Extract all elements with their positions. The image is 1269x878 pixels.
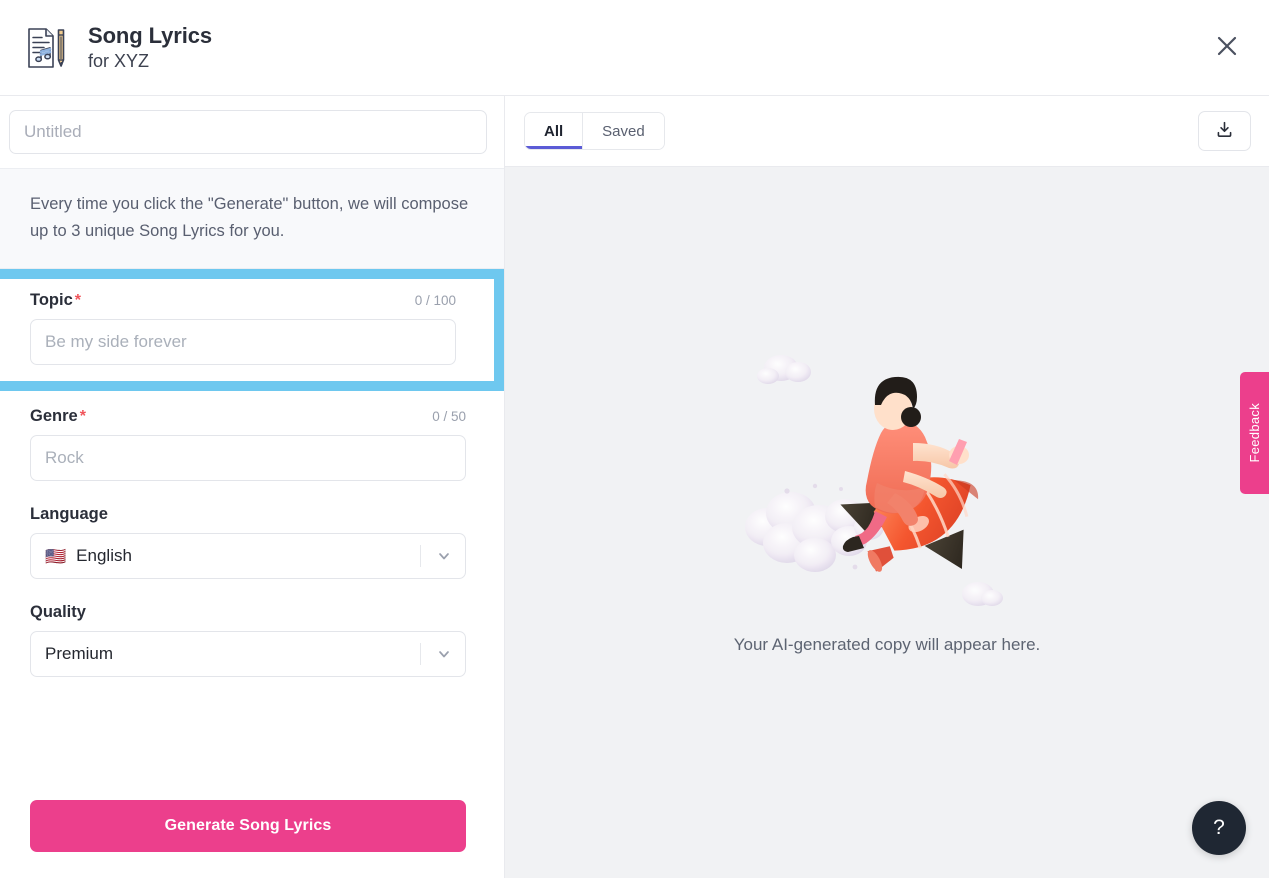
app-header: Song Lyrics for XYZ xyxy=(0,0,1269,96)
quality-field-header: Quality xyxy=(30,603,466,622)
tab-saved[interactable]: Saved xyxy=(582,113,664,149)
help-button[interactable]: ? xyxy=(1192,801,1246,855)
topic-char-counter: 0 / 100 xyxy=(414,293,456,309)
person-riding-rocket-illustration xyxy=(737,331,1037,631)
language-select[interactable]: 🇺🇸 English xyxy=(30,533,466,580)
page-subtitle: for XYZ xyxy=(88,50,150,71)
results-panel: All Saved Your AI-generated copy will ap… xyxy=(505,96,1269,878)
description-text: Every time you click the "Generate" butt… xyxy=(30,195,469,240)
left-form-panel: Every time you click the "Generate" butt… xyxy=(0,96,505,878)
brand-text-block: Song Lyrics for XYZ xyxy=(88,23,212,72)
chevron-down-icon xyxy=(436,646,452,662)
page-title: Song Lyrics xyxy=(88,22,213,48)
topic-label-wrap: Topic * xyxy=(30,291,81,310)
genre-label: Genre xyxy=(30,407,78,426)
form-fields: Topic* 0 / 100 Genre* 0 / 50 xyxy=(0,269,504,687)
close-button[interactable] xyxy=(1207,28,1247,68)
chevron-down-icon xyxy=(436,548,452,564)
feedback-tab-label: Feedback xyxy=(1247,403,1262,463)
topic-label: Topic xyxy=(30,291,73,310)
empty-state-text: Your AI-generated copy will appear here. xyxy=(733,634,1041,654)
song-lyrics-document-icon xyxy=(18,21,72,75)
language-select-text: English xyxy=(76,546,132,566)
download-button[interactable] xyxy=(1198,111,1251,151)
generate-button-wrap: Generate Song Lyrics xyxy=(0,800,504,878)
language-select-divider xyxy=(420,545,421,568)
language-select-value: 🇺🇸 English xyxy=(45,546,451,566)
header-brand: Song Lyrics for XYZ xyxy=(0,21,212,75)
song-lyrics-app: Song Lyrics for XYZ Every time you click… xyxy=(0,0,1269,878)
genre-field-header: Genre * 0 / 50 xyxy=(30,407,466,426)
topic-input[interactable] xyxy=(30,319,456,366)
topic-field-header: Topic * 0 / 100 xyxy=(30,291,456,310)
document-title-row xyxy=(0,96,504,168)
field-genre: Genre * 0 / 50 xyxy=(0,393,504,491)
document-title-input[interactable] xyxy=(9,110,487,154)
quality-select-divider xyxy=(420,643,421,666)
empty-state: Your AI-generated copy will appear here. xyxy=(505,167,1269,878)
genre-input[interactable] xyxy=(30,435,466,482)
results-tabs: All Saved xyxy=(524,112,665,150)
field-topic: Topic * 0 / 100 xyxy=(0,279,494,382)
language-label: Language xyxy=(30,505,108,524)
description-band: Every time you click the "Generate" butt… xyxy=(0,168,504,270)
language-field-header: Language xyxy=(30,505,466,524)
topic-required-marker: * xyxy=(74,292,82,310)
results-toolbar: All Saved xyxy=(505,96,1269,167)
us-flag-icon: 🇺🇸 xyxy=(45,546,67,566)
topic-field-highlight: Topic * 0 / 100 xyxy=(0,269,504,392)
field-quality: Quality Premium xyxy=(0,589,504,687)
field-language: Language 🇺🇸 English xyxy=(0,491,504,589)
genre-required-marker: * xyxy=(79,408,86,426)
genre-label-wrap: Genre * xyxy=(30,407,86,426)
close-icon xyxy=(1214,33,1240,62)
feedback-tab[interactable]: Feedback xyxy=(1240,372,1269,494)
left-panel-spacer xyxy=(0,687,504,800)
generate-song-lyrics-button[interactable]: Generate Song Lyrics xyxy=(30,800,466,852)
quality-select-value: Premium xyxy=(45,644,451,664)
quality-select[interactable]: Premium xyxy=(30,631,466,678)
quality-select-text: Premium xyxy=(45,644,114,664)
tab-all[interactable]: All xyxy=(525,113,583,149)
quality-label: Quality xyxy=(30,603,86,622)
genre-char-counter: 0 / 50 xyxy=(432,409,466,425)
download-icon xyxy=(1215,120,1234,142)
